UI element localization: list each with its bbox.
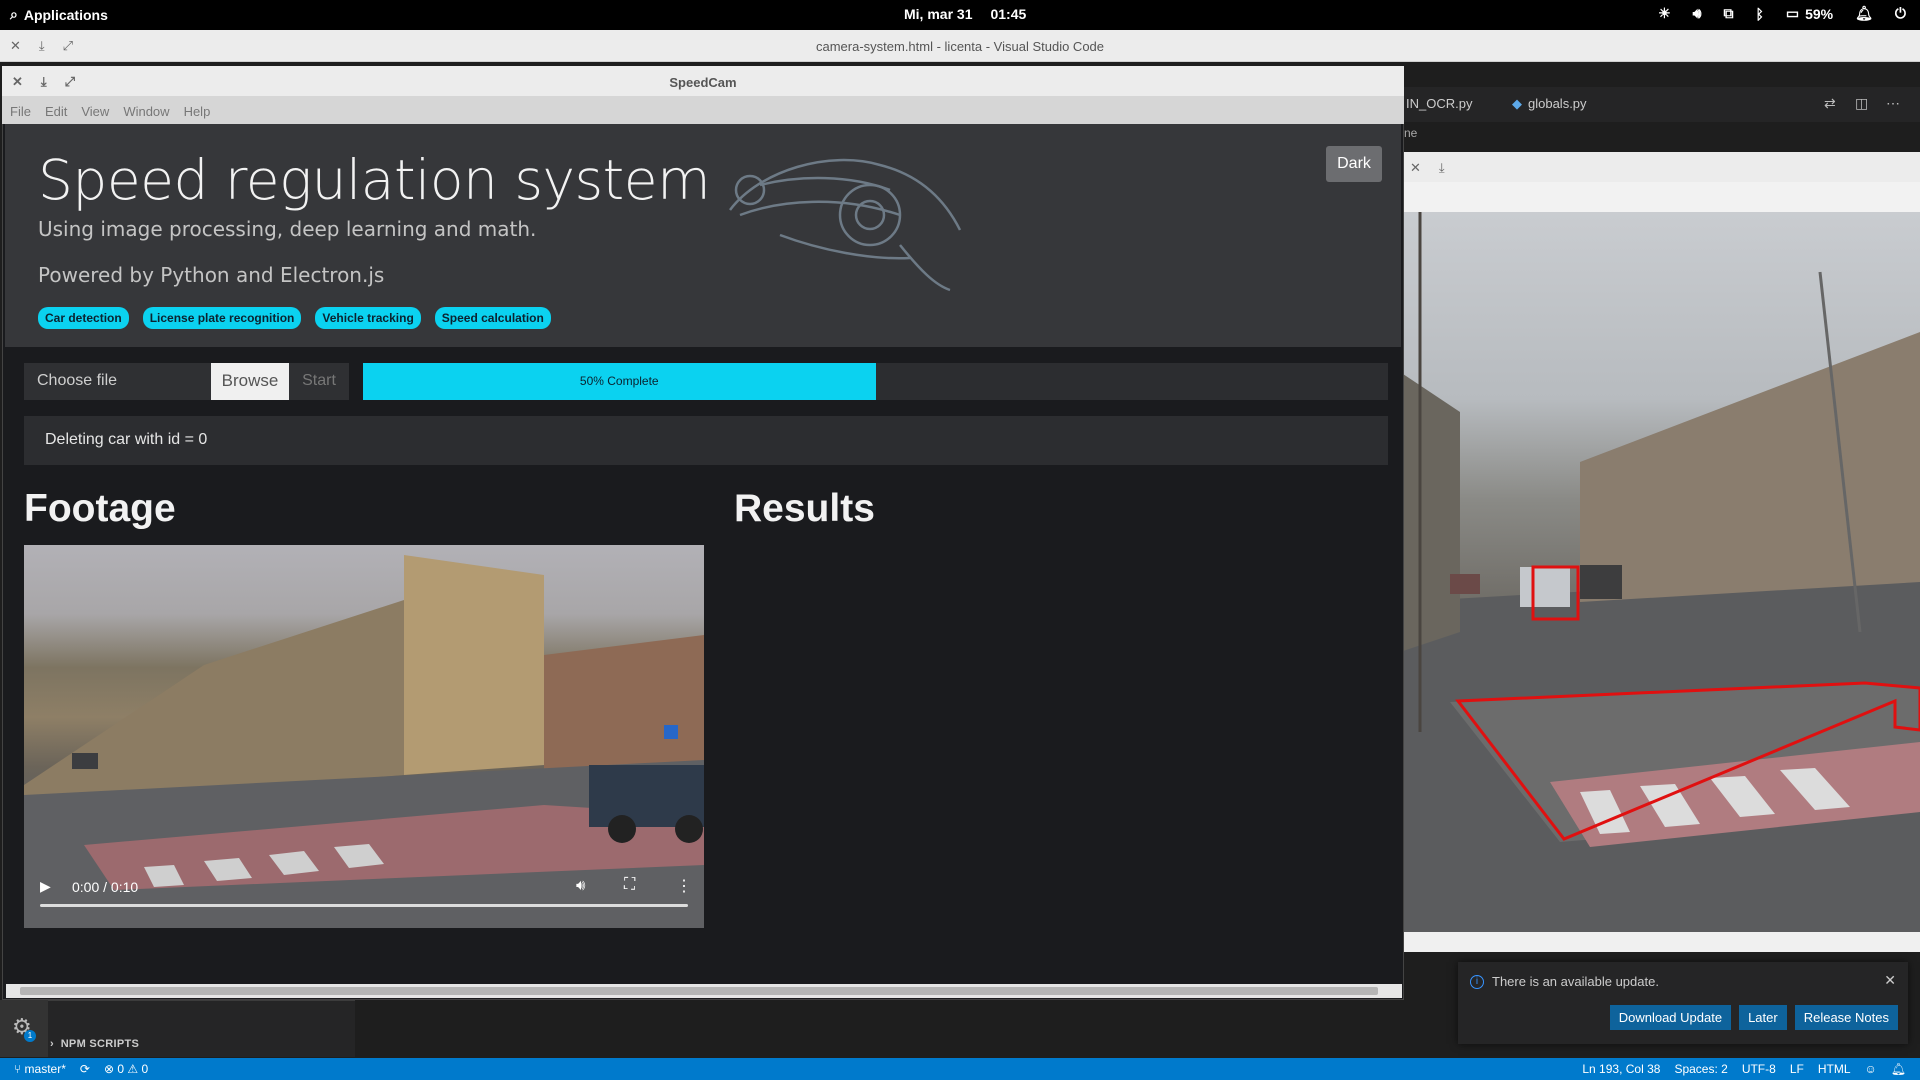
- badge-speed-calculation: Speed calculation: [434, 307, 551, 329]
- file-input-group: Choose file Browse Start: [24, 363, 349, 400]
- badge-plate-recognition: License plate recognition: [142, 307, 302, 329]
- more-icon[interactable]: ⋮: [676, 876, 692, 896]
- powered-by-text: Powered by Python and Electron.js: [38, 263, 385, 287]
- indentation-status[interactable]: Spaces: 2: [1674, 1062, 1727, 1076]
- badge-vehicle-tracking: Vehicle tracking: [315, 307, 421, 329]
- vscode-tab-bar: IN_OCR.py ◆ globals.py ⇄ ◫ ⋯: [1400, 87, 1920, 122]
- release-notes-button[interactable]: Release Notes: [1794, 1005, 1898, 1030]
- status-log: Deleting car with id = 0: [24, 416, 1388, 465]
- more-actions-icon[interactable]: ⋯: [1886, 95, 1900, 112]
- battery-icon[interactable]: ▭: [1786, 5, 1799, 22]
- language-mode[interactable]: HTML: [1818, 1062, 1851, 1076]
- browse-button[interactable]: Browse: [211, 363, 289, 400]
- cursor-position[interactable]: Ln 193, Col 38: [1582, 1062, 1660, 1076]
- branch-status[interactable]: ⑂ master*: [14, 1062, 66, 1076]
- breadcrumb: ne: [1400, 122, 1920, 144]
- npm-scripts-section[interactable]: › NPM SCRIPTS: [50, 1038, 139, 1050]
- system-top-panel: ⌕ Applications Mi, mar 31 01:45 ☀ 🔊︎ ⧉ ᛒ…: [0, 0, 1920, 30]
- breadcrumb-item[interactable]: ne: [1404, 126, 1417, 140]
- eol-status[interactable]: LF: [1790, 1062, 1804, 1076]
- menu-view[interactable]: View: [81, 104, 109, 124]
- menu-file[interactable]: File: [10, 104, 31, 124]
- image-viewer-titlebar: ✕ ⤓: [1400, 152, 1920, 182]
- scrollbar-thumb[interactable]: [20, 987, 1378, 995]
- npm-scripts-label: NPM SCRIPTS: [60, 1038, 140, 1050]
- feedback-icon[interactable]: ☺: [1865, 1062, 1877, 1076]
- brightness-icon[interactable]: ☀: [1658, 5, 1671, 22]
- image-viewer-toolbar: [1400, 182, 1920, 212]
- start-button[interactable]: Start: [289, 363, 349, 400]
- split-editor-icon[interactable]: ◫: [1855, 95, 1868, 112]
- later-button[interactable]: Later: [1739, 1005, 1787, 1030]
- update-notification: i There is an available update. ✕ Downlo…: [1458, 962, 1908, 1044]
- system-tray: ☀ 🔊︎ ⧉ ᛒ ▭ 59% 🔔︎ ⏻: [1658, 5, 1906, 22]
- encoding-status[interactable]: UTF-8: [1742, 1062, 1776, 1076]
- image-viewer-footer: [1400, 932, 1920, 952]
- branch-icon: ⑂: [14, 1062, 25, 1076]
- power-icon[interactable]: ⏻: [1895, 5, 1906, 22]
- problems-status[interactable]: ⊗ 0 ⚠ 0: [104, 1062, 148, 1076]
- bell-icon[interactable]: 🔔︎: [1891, 1062, 1906, 1076]
- file-input[interactable]: Choose file: [24, 363, 211, 400]
- python-file-icon: ◆: [1512, 96, 1522, 111]
- close-icon[interactable]: ✕: [1410, 160, 1421, 176]
- sync-icon[interactable]: ⟳: [80, 1062, 90, 1076]
- speedcam-window-title: SpeedCam: [669, 75, 737, 90]
- volume-icon[interactable]: 🔊︎: [1693, 5, 1702, 22]
- activity-bar: ⚙ 1: [0, 1000, 48, 1057]
- speedcam-titlebar: ✕ ⤓ ⤢ SpeedCam: [2, 66, 1404, 96]
- download-update-button[interactable]: Download Update: [1609, 1005, 1732, 1030]
- volume-icon[interactable]: 🔊︎: [576, 877, 585, 894]
- minimize-icon[interactable]: ⤓: [1439, 160, 1445, 176]
- time-label: 01:45: [990, 6, 1027, 22]
- page-title: Speed regulation system: [38, 148, 711, 212]
- badge-car-detection: Car detection: [38, 307, 129, 329]
- car-logo: [720, 140, 970, 300]
- status-bar: ⑂ master* ⟳ ⊗ 0 ⚠ 0 Ln 193, Col 38 Space…: [0, 1058, 1920, 1080]
- fullscreen-icon[interactable]: ⛶: [624, 876, 635, 894]
- detection-frame-image: [1400, 212, 1920, 932]
- progress-bar: 50% Complete: [363, 363, 1388, 400]
- menu-help[interactable]: Help: [184, 104, 211, 124]
- footage-heading: Footage: [24, 487, 176, 530]
- video-time: 0:00 / 0:10: [72, 879, 139, 895]
- theme-toggle-button[interactable]: Dark: [1326, 146, 1382, 182]
- vscode-titlebar: ✕ ⤓ ⤢ camera-system.html - licenta - Vis…: [0, 30, 1920, 62]
- chevron-right-icon: ›: [50, 1038, 61, 1050]
- clock[interactable]: Mi, mar 31 01:45: [904, 6, 1026, 22]
- play-icon[interactable]: ▶: [40, 878, 51, 895]
- notification-message: There is an available update.: [1492, 974, 1659, 989]
- horizontal-scrollbar[interactable]: [6, 984, 1402, 998]
- tab-globals[interactable]: globals.py: [1528, 96, 1587, 111]
- menu-edit[interactable]: Edit: [45, 104, 67, 124]
- problems-count: 0 ⚠ 0: [117, 1062, 149, 1076]
- battery-percent: 59%: [1805, 5, 1834, 22]
- video-controls: ▶ 0:00 / 0:10 🔊︎ ⛶ ⋮: [24, 862, 704, 928]
- video-seek-bar[interactable]: [40, 904, 688, 907]
- street-scene: [1400, 212, 1920, 932]
- close-icon[interactable]: ✕: [1884, 972, 1896, 989]
- settings-badge: 1: [24, 1030, 36, 1042]
- hero-subtitle: Using image processing, deep learning an…: [38, 217, 537, 241]
- menu-bar: File Edit View Window Help: [2, 96, 1404, 124]
- bluetooth-icon[interactable]: ᛒ: [1755, 6, 1763, 22]
- info-icon: i: [1470, 974, 1484, 989]
- applications-menu[interactable]: ⌕ Applications: [10, 6, 108, 23]
- results-heading: Results: [734, 487, 875, 530]
- network-icon[interactable]: ⧉: [1723, 5, 1733, 22]
- menu-window[interactable]: Window: [123, 104, 169, 124]
- search-icon: ⌕: [10, 6, 18, 22]
- progress-fill: 50% Complete: [363, 363, 876, 400]
- branch-label: master*: [24, 1062, 66, 1076]
- applications-label: Applications: [23, 6, 108, 23]
- date-label: Mi, mar 31: [904, 6, 973, 22]
- notification-icon[interactable]: 🔔︎: [1855, 5, 1873, 22]
- compare-icon[interactable]: ⇄: [1824, 95, 1836, 112]
- feature-badges: Car detection License plate recognition …: [38, 307, 551, 329]
- divider: [48, 1000, 355, 1001]
- tab-in-ocr[interactable]: IN_OCR.py: [1406, 96, 1472, 111]
- vscode-window-title: camera-system.html - licenta - Visual St…: [815, 39, 1105, 54]
